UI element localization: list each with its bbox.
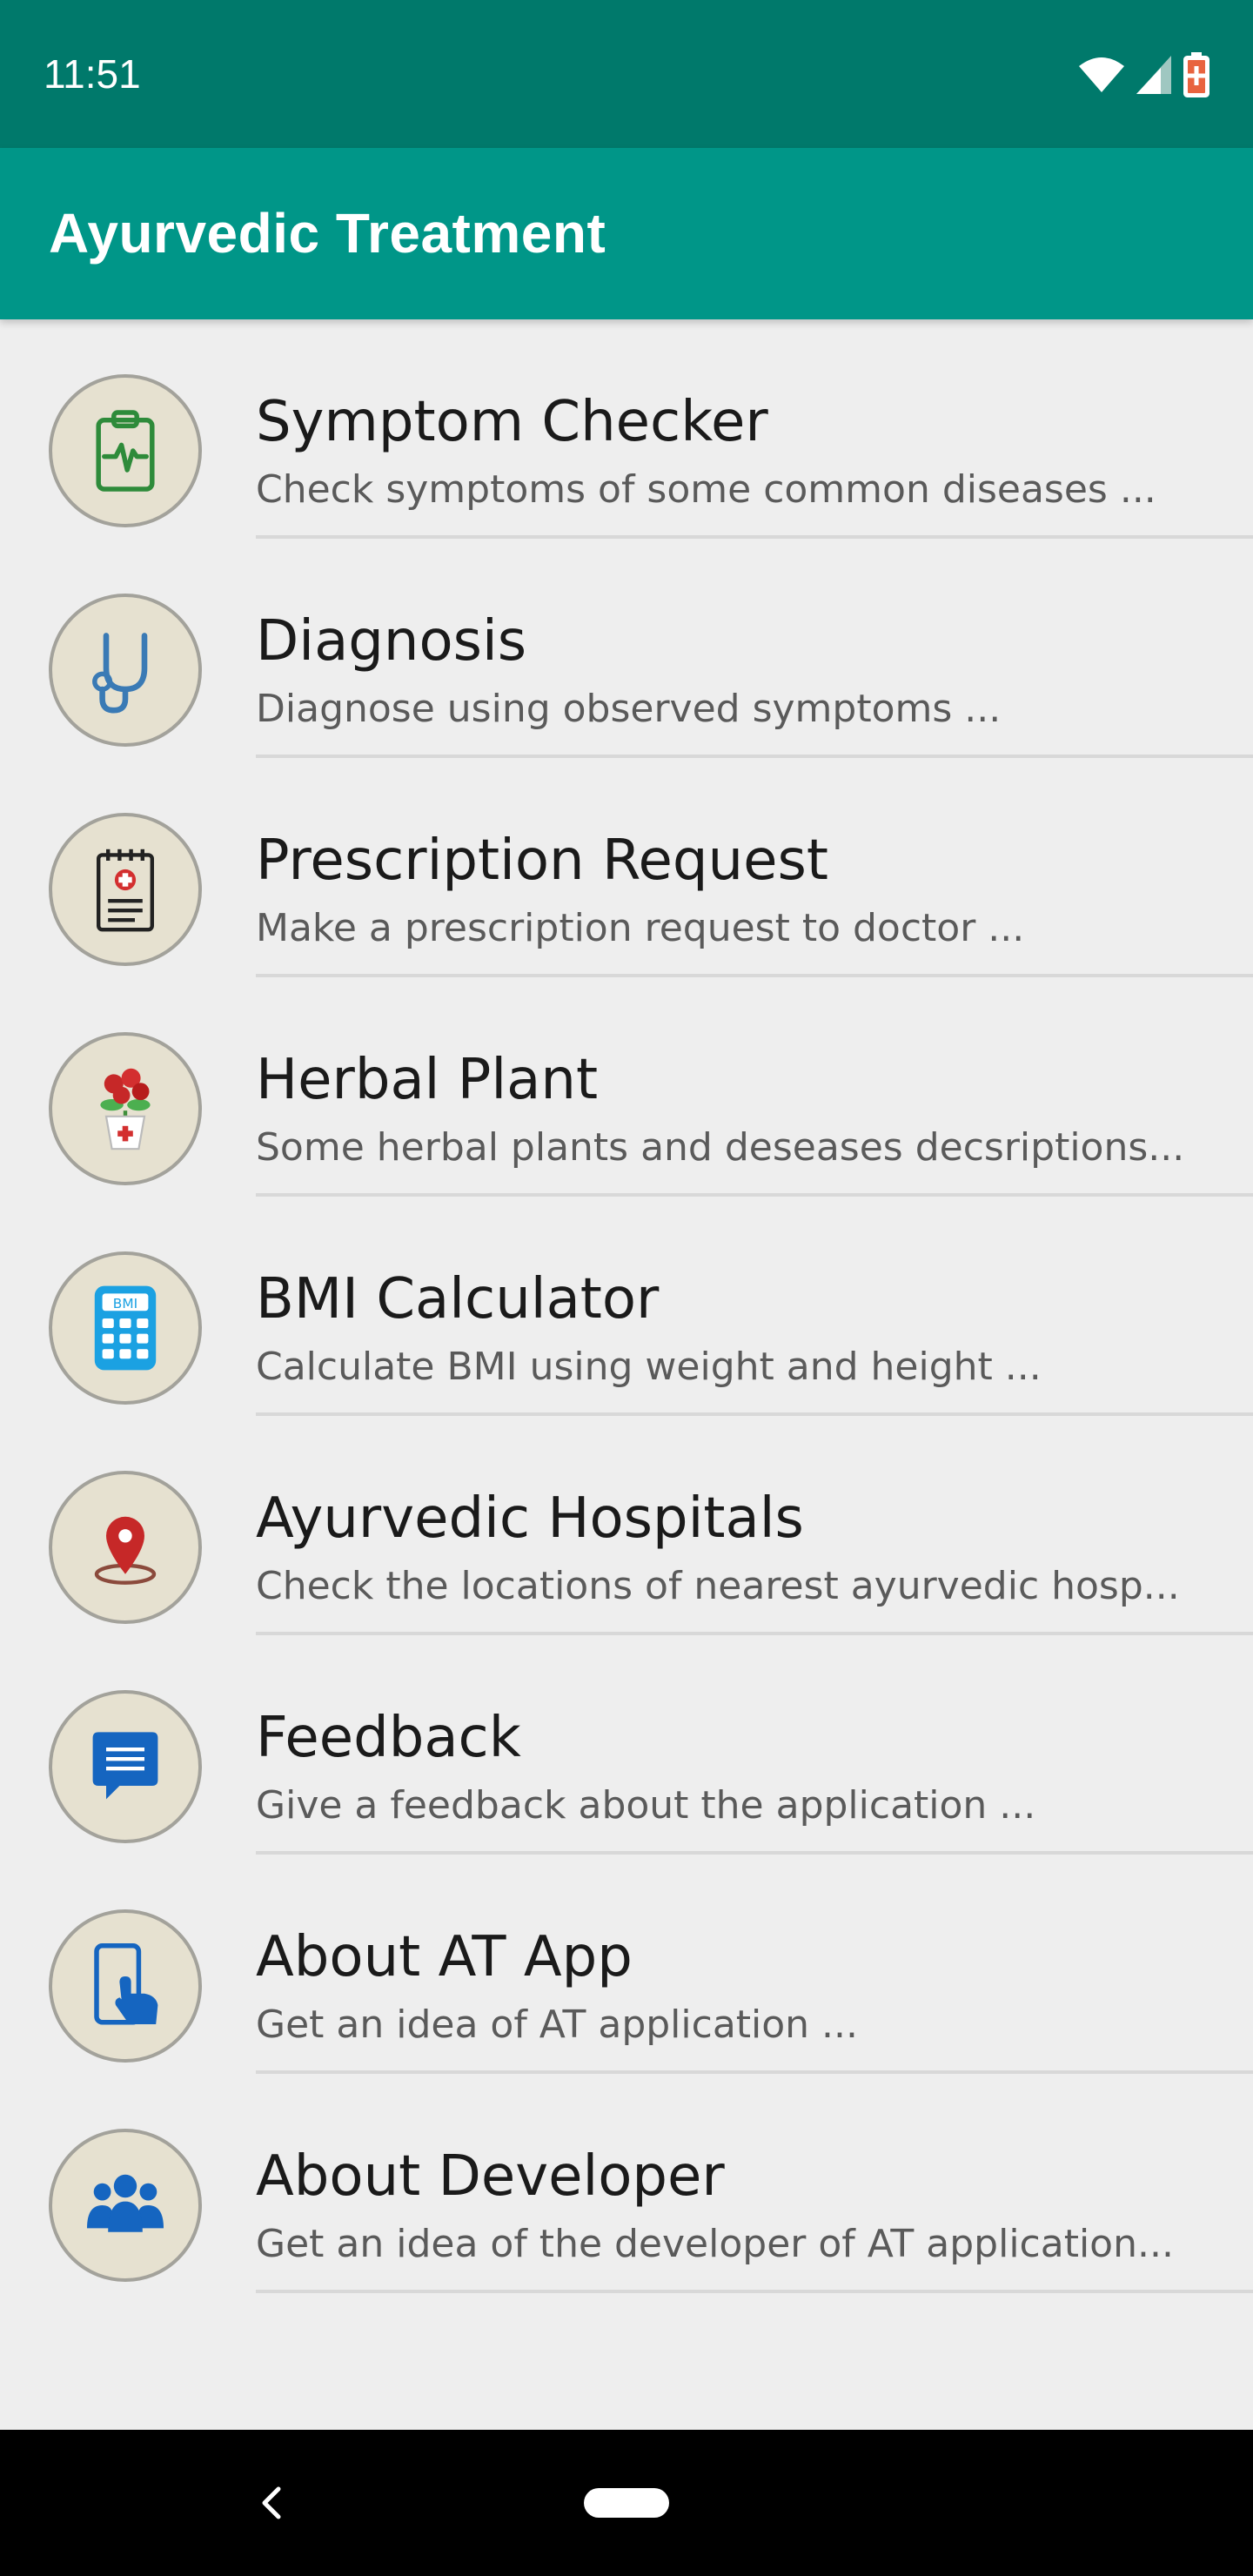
item-description: Calculate BMI using weight and height ..…: [256, 1345, 1042, 1389]
item-title: Herbal Plant: [256, 1048, 599, 1112]
item-title: About AT App: [256, 1925, 633, 1989]
icon-circle: [49, 594, 202, 747]
status-bar: 11:51: [0, 0, 1253, 148]
menu-item-ayurvedic-hospitals[interactable]: Ayurvedic Hospitals Check the locations …: [0, 1416, 1253, 1635]
stethoscope-icon: [92, 633, 148, 714]
icon-circle: [49, 1909, 202, 2063]
cell-signal-icon: [1136, 56, 1171, 94]
wifi-icon: [1079, 57, 1124, 92]
icon-circle: [49, 813, 202, 966]
item-title: Prescription Request: [256, 828, 828, 893]
icon-circle: [49, 1690, 202, 1843]
item-description: Check symptoms of some common diseases .…: [256, 467, 1156, 512]
item-title: About Developer: [256, 2144, 725, 2209]
back-button[interactable]: [247, 2473, 296, 2532]
item-description: Some herbal plants and deseases decsript…: [256, 1125, 1185, 1170]
item-title: Feedback: [256, 1706, 521, 1770]
status-time: 11:51: [44, 51, 141, 97]
status-icons: [1079, 52, 1209, 97]
map-pin-icon: [94, 1516, 157, 1585]
svg-text:BMI: BMI: [113, 1296, 137, 1311]
prescription-notepad-icon: [97, 849, 154, 932]
menu-item-herbal-plant[interactable]: Herbal Plant Some herbal plants and dese…: [0, 977, 1253, 1197]
menu-item-diagnosis[interactable]: Diagnosis Diagnose using observed sympto…: [0, 539, 1253, 758]
navigation-bar: [0, 2430, 1253, 2576]
menu-item-bmi-calculator[interactable]: BMI BMI Calculator Calculate BMI using w…: [0, 1197, 1253, 1416]
home-pill-icon[interactable]: [584, 2488, 669, 2518]
item-description: Check the locations of nearest ayurvedic…: [256, 1564, 1180, 1608]
app-bar: Ayurvedic Treatment: [0, 148, 1253, 319]
chat-bubble-icon: [92, 1732, 158, 1800]
back-icon: [262, 2486, 281, 2519]
app-title: Ayurvedic Treatment: [49, 202, 606, 265]
item-description: Get an idea of AT application ...: [256, 2002, 859, 2047]
item-description: Make a prescription request to doctor ..…: [256, 906, 1025, 950]
item-title: Symptom Checker: [256, 390, 768, 454]
icon-circle: BMI: [49, 1251, 202, 1405]
item-description: Diagnose using observed symptoms ...: [256, 687, 1002, 731]
menu-item-feedback[interactable]: Feedback Give a feedback about the appli…: [0, 1635, 1253, 1855]
item-title: Diagnosis: [256, 609, 527, 674]
potted-plant-icon: [100, 1068, 151, 1150]
icon-circle: [49, 2129, 202, 2282]
clipboard-heartbeat-icon: [96, 410, 155, 492]
battery-charging-icon: [1183, 52, 1209, 97]
menu-item-prescription-request[interactable]: Prescription Request Make a prescription…: [0, 758, 1253, 977]
item-description: Get an idea of the developer of AT appli…: [256, 2222, 1174, 2266]
menu-item-about-at-app[interactable]: About AT App Get an idea of AT applicati…: [0, 1855, 1253, 2074]
menu-item-symptom-checker[interactable]: Symptom Checker Check symptoms of some c…: [0, 319, 1253, 539]
tap-phone-icon: [94, 1943, 158, 2025]
icon-circle: [49, 374, 202, 527]
item-title: BMI Calculator: [256, 1267, 660, 1332]
menu-item-about-developer[interactable]: About Developer Get an idea of the devel…: [0, 2074, 1253, 2293]
icon-circle: [49, 1471, 202, 1624]
icon-circle: [49, 1032, 202, 1185]
item-title: Ayurvedic Hospitals: [256, 1486, 804, 1551]
divider: [256, 2290, 1253, 2293]
menu-list: Symptom Checker Check symptoms of some c…: [0, 319, 1253, 2293]
group-people-icon: [87, 2174, 164, 2232]
item-description: Give a feedback about the application ..…: [256, 1783, 1036, 1828]
bmi-calculator-icon: BMI: [94, 1285, 157, 1371]
